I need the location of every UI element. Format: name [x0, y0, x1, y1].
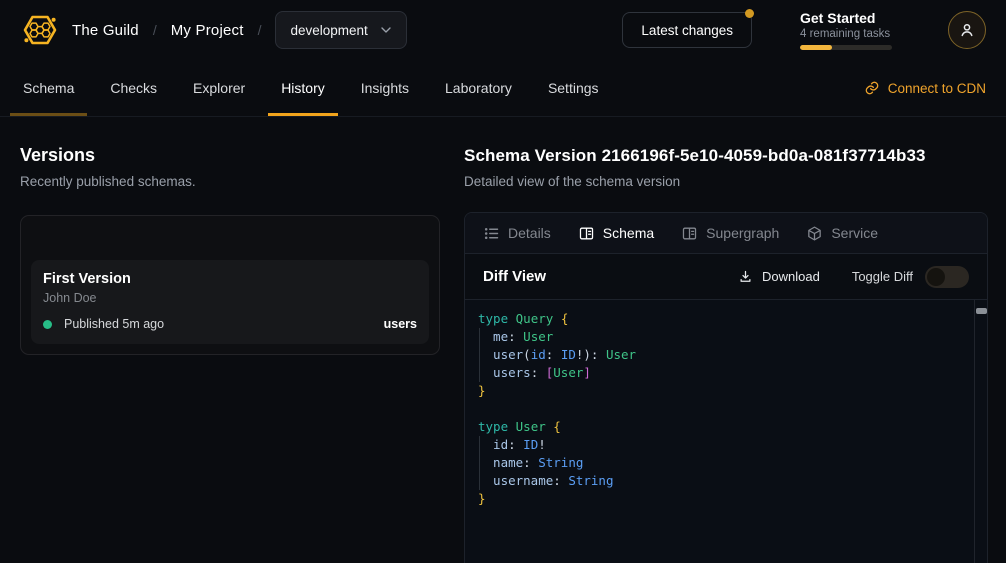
get-started-subtitle: 4 remaining tasks	[800, 28, 892, 40]
detail-tabs: Details Schema Supergraph Service	[465, 213, 987, 254]
detail-tab-label: Details	[508, 225, 551, 241]
scrollbar-thumb[interactable]	[976, 308, 987, 314]
code-line: }	[478, 382, 973, 400]
version-detail-section: Schema Version 2166196f-5e10-4059-bd0a-0…	[464, 137, 988, 563]
breadcrumb-separator: /	[258, 22, 262, 38]
code-line: user(id: ID!): User	[478, 346, 973, 364]
tab-settings[interactable]: Settings	[535, 60, 612, 116]
tab-insights[interactable]: Insights	[348, 60, 422, 116]
version-title: First Version	[43, 271, 417, 287]
code-scrollbar[interactable]	[974, 300, 987, 563]
versions-panel: Versions Recently published schemas. Fir…	[20, 137, 440, 563]
get-started-widget[interactable]: Get Started 4 remaining tasks	[800, 10, 892, 50]
versions-subtitle: Recently published schemas.	[20, 174, 440, 189]
detail-tab-label: Service	[831, 225, 878, 241]
published-status-dot	[43, 320, 52, 329]
code-line: name: String	[478, 454, 973, 472]
latest-changes-label: Latest changes	[641, 23, 733, 38]
list-icon	[483, 225, 500, 242]
detail-tab-details[interactable]: Details	[483, 225, 551, 242]
tab-history[interactable]: History	[268, 60, 338, 116]
code-line: type User {	[478, 418, 973, 436]
notification-dot	[745, 9, 754, 18]
get-started-progressbar	[800, 45, 892, 50]
detail-tab-label: Schema	[603, 225, 654, 241]
version-status-row: Published 5m ago users	[43, 317, 417, 331]
get-started-title: Get Started	[800, 10, 892, 26]
chevron-down-icon	[378, 22, 394, 38]
detail-tab-supergraph[interactable]: Supergraph	[681, 225, 779, 242]
version-detail-panel: Details Schema Supergraph Service Diff View…	[464, 212, 988, 563]
code-line: type Query {	[478, 310, 973, 328]
version-author: John Doe	[43, 291, 417, 305]
diff-view-title: Diff View	[483, 268, 546, 285]
connect-to-cdn-label: Connect to CDN	[888, 81, 986, 96]
app-root: The Guild / My Project / development Lat…	[0, 0, 1006, 563]
download-label: Download	[762, 269, 820, 284]
versions-card: First Version John Doe Published 5m ago …	[20, 215, 440, 355]
detail-tab-service[interactable]: Service	[806, 225, 878, 242]
tab-checks[interactable]: Checks	[97, 60, 170, 116]
toggle-diff-label: Toggle Diff	[852, 269, 913, 284]
main-nav: SchemaChecksExplorerHistoryInsightsLabor…	[0, 60, 1006, 117]
code-line: username: String	[478, 472, 973, 490]
panels-icon	[681, 225, 698, 242]
panels-icon	[578, 225, 595, 242]
code-line: users: [User]	[478, 364, 973, 382]
tab-explorer[interactable]: Explorer	[180, 60, 258, 116]
version-list-item[interactable]: First Version John Doe Published 5m ago …	[31, 260, 429, 344]
schema-code-viewer[interactable]: type Query { me: User user(id: ID!): Use…	[465, 300, 987, 563]
download-icon	[738, 269, 753, 284]
main-content: Versions Recently published schemas. Fir…	[0, 117, 1006, 563]
tab-schema[interactable]: Schema	[10, 60, 87, 116]
diff-actions: Download Toggle Diff	[738, 266, 969, 288]
code-content: type Query { me: User user(id: ID!): Use…	[478, 310, 973, 508]
toggle-diff-switch[interactable]	[925, 266, 969, 288]
code-line	[478, 400, 973, 418]
top-header: The Guild / My Project / development Lat…	[0, 0, 1006, 60]
toggle-diff-thumb	[927, 268, 945, 286]
breadcrumb: The Guild / My Project / development	[72, 11, 407, 49]
download-button[interactable]: Download	[738, 269, 820, 284]
target-selector-value: development	[290, 23, 367, 38]
breadcrumb-separator: /	[153, 22, 157, 38]
versions-title: Versions	[20, 145, 440, 166]
cube-icon	[806, 225, 823, 242]
breadcrumb-org[interactable]: The Guild	[72, 22, 139, 39]
nav-spacer	[612, 60, 864, 116]
diff-view-header: Diff View Download Toggle Diff	[465, 254, 987, 300]
target-selector-dropdown[interactable]: development	[275, 11, 406, 49]
detail-tab-label: Supergraph	[706, 225, 779, 241]
nav-tabs: SchemaChecksExplorerHistoryInsightsLabor…	[10, 60, 612, 116]
breadcrumb-project[interactable]: My Project	[171, 22, 244, 39]
version-detail-title: Schema Version 2166196f-5e10-4059-bd0a-0…	[464, 146, 988, 166]
person-icon	[957, 20, 977, 40]
code-line: me: User	[478, 328, 973, 346]
version-service-badge: users	[384, 317, 417, 331]
code-line: }	[478, 490, 973, 508]
hive-logo-icon[interactable]	[20, 10, 60, 50]
get-started-progress-fill	[800, 45, 832, 50]
version-status: Published 5m ago	[64, 317, 164, 331]
connect-to-cdn-button[interactable]: Connect to CDN	[864, 60, 986, 116]
version-detail-subtitle: Detailed view of the schema version	[464, 174, 988, 189]
link-icon	[864, 80, 880, 96]
tab-laboratory[interactable]: Laboratory	[432, 60, 525, 116]
user-avatar-button[interactable]	[948, 11, 986, 49]
code-line: id: ID!	[478, 436, 973, 454]
detail-tab-schema[interactable]: Schema	[578, 225, 654, 242]
latest-changes-button[interactable]: Latest changes	[622, 12, 752, 48]
